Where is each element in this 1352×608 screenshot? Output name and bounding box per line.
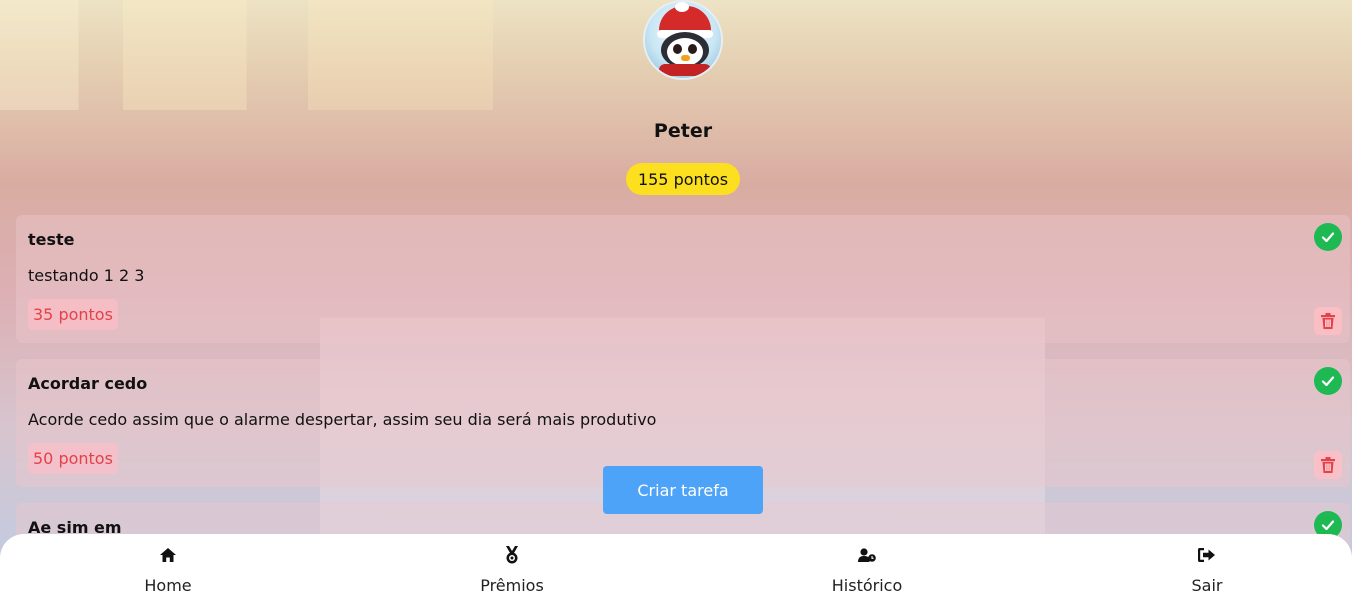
check-icon xyxy=(1321,376,1335,387)
nav-label: Histórico xyxy=(831,576,903,595)
check-icon xyxy=(1321,232,1335,243)
home-icon xyxy=(158,546,178,564)
trash-icon xyxy=(1321,313,1335,329)
medal-icon xyxy=(502,546,522,564)
task-description: testando 1 2 3 xyxy=(28,266,145,285)
create-task-button[interactable]: Criar tarefa xyxy=(603,466,763,514)
task-title: Acordar cedo xyxy=(28,374,148,393)
task-description: Acorde cedo assim que o alarme despertar… xyxy=(28,410,657,429)
avatar xyxy=(643,0,723,80)
bottom-nav: Home Prêmios Histórico Sair xyxy=(0,534,1352,608)
trash-icon xyxy=(1321,457,1335,473)
complete-task-button[interactable] xyxy=(1314,223,1342,251)
nav-item-sair[interactable]: Sair xyxy=(1107,534,1307,608)
points-badge: 155 pontos xyxy=(626,163,740,195)
nav-item-historico[interactable]: Histórico xyxy=(767,534,967,608)
complete-task-button[interactable] xyxy=(1314,367,1342,395)
username: Peter xyxy=(653,120,713,142)
user-clock-icon xyxy=(857,546,877,564)
task-points-badge: 50 pontos xyxy=(28,443,118,474)
nav-item-premios[interactable]: Prêmios xyxy=(412,534,612,608)
nav-label: Prêmios xyxy=(480,576,544,595)
check-icon xyxy=(1321,520,1335,531)
nav-label: Home xyxy=(144,576,192,595)
task-card: teste testando 1 2 3 35 pontos xyxy=(16,215,1350,343)
nav-label: Sair xyxy=(1191,576,1223,595)
delete-task-button[interactable] xyxy=(1314,307,1342,335)
task-points-badge: 35 pontos xyxy=(28,299,118,330)
delete-task-button[interactable] xyxy=(1314,451,1342,479)
task-title: teste xyxy=(28,230,75,249)
nav-item-home[interactable]: Home xyxy=(68,534,268,608)
sign-out-icon xyxy=(1197,546,1217,564)
app-root: Peter 155 pontos teste testando 1 2 3 35… xyxy=(0,0,1352,608)
